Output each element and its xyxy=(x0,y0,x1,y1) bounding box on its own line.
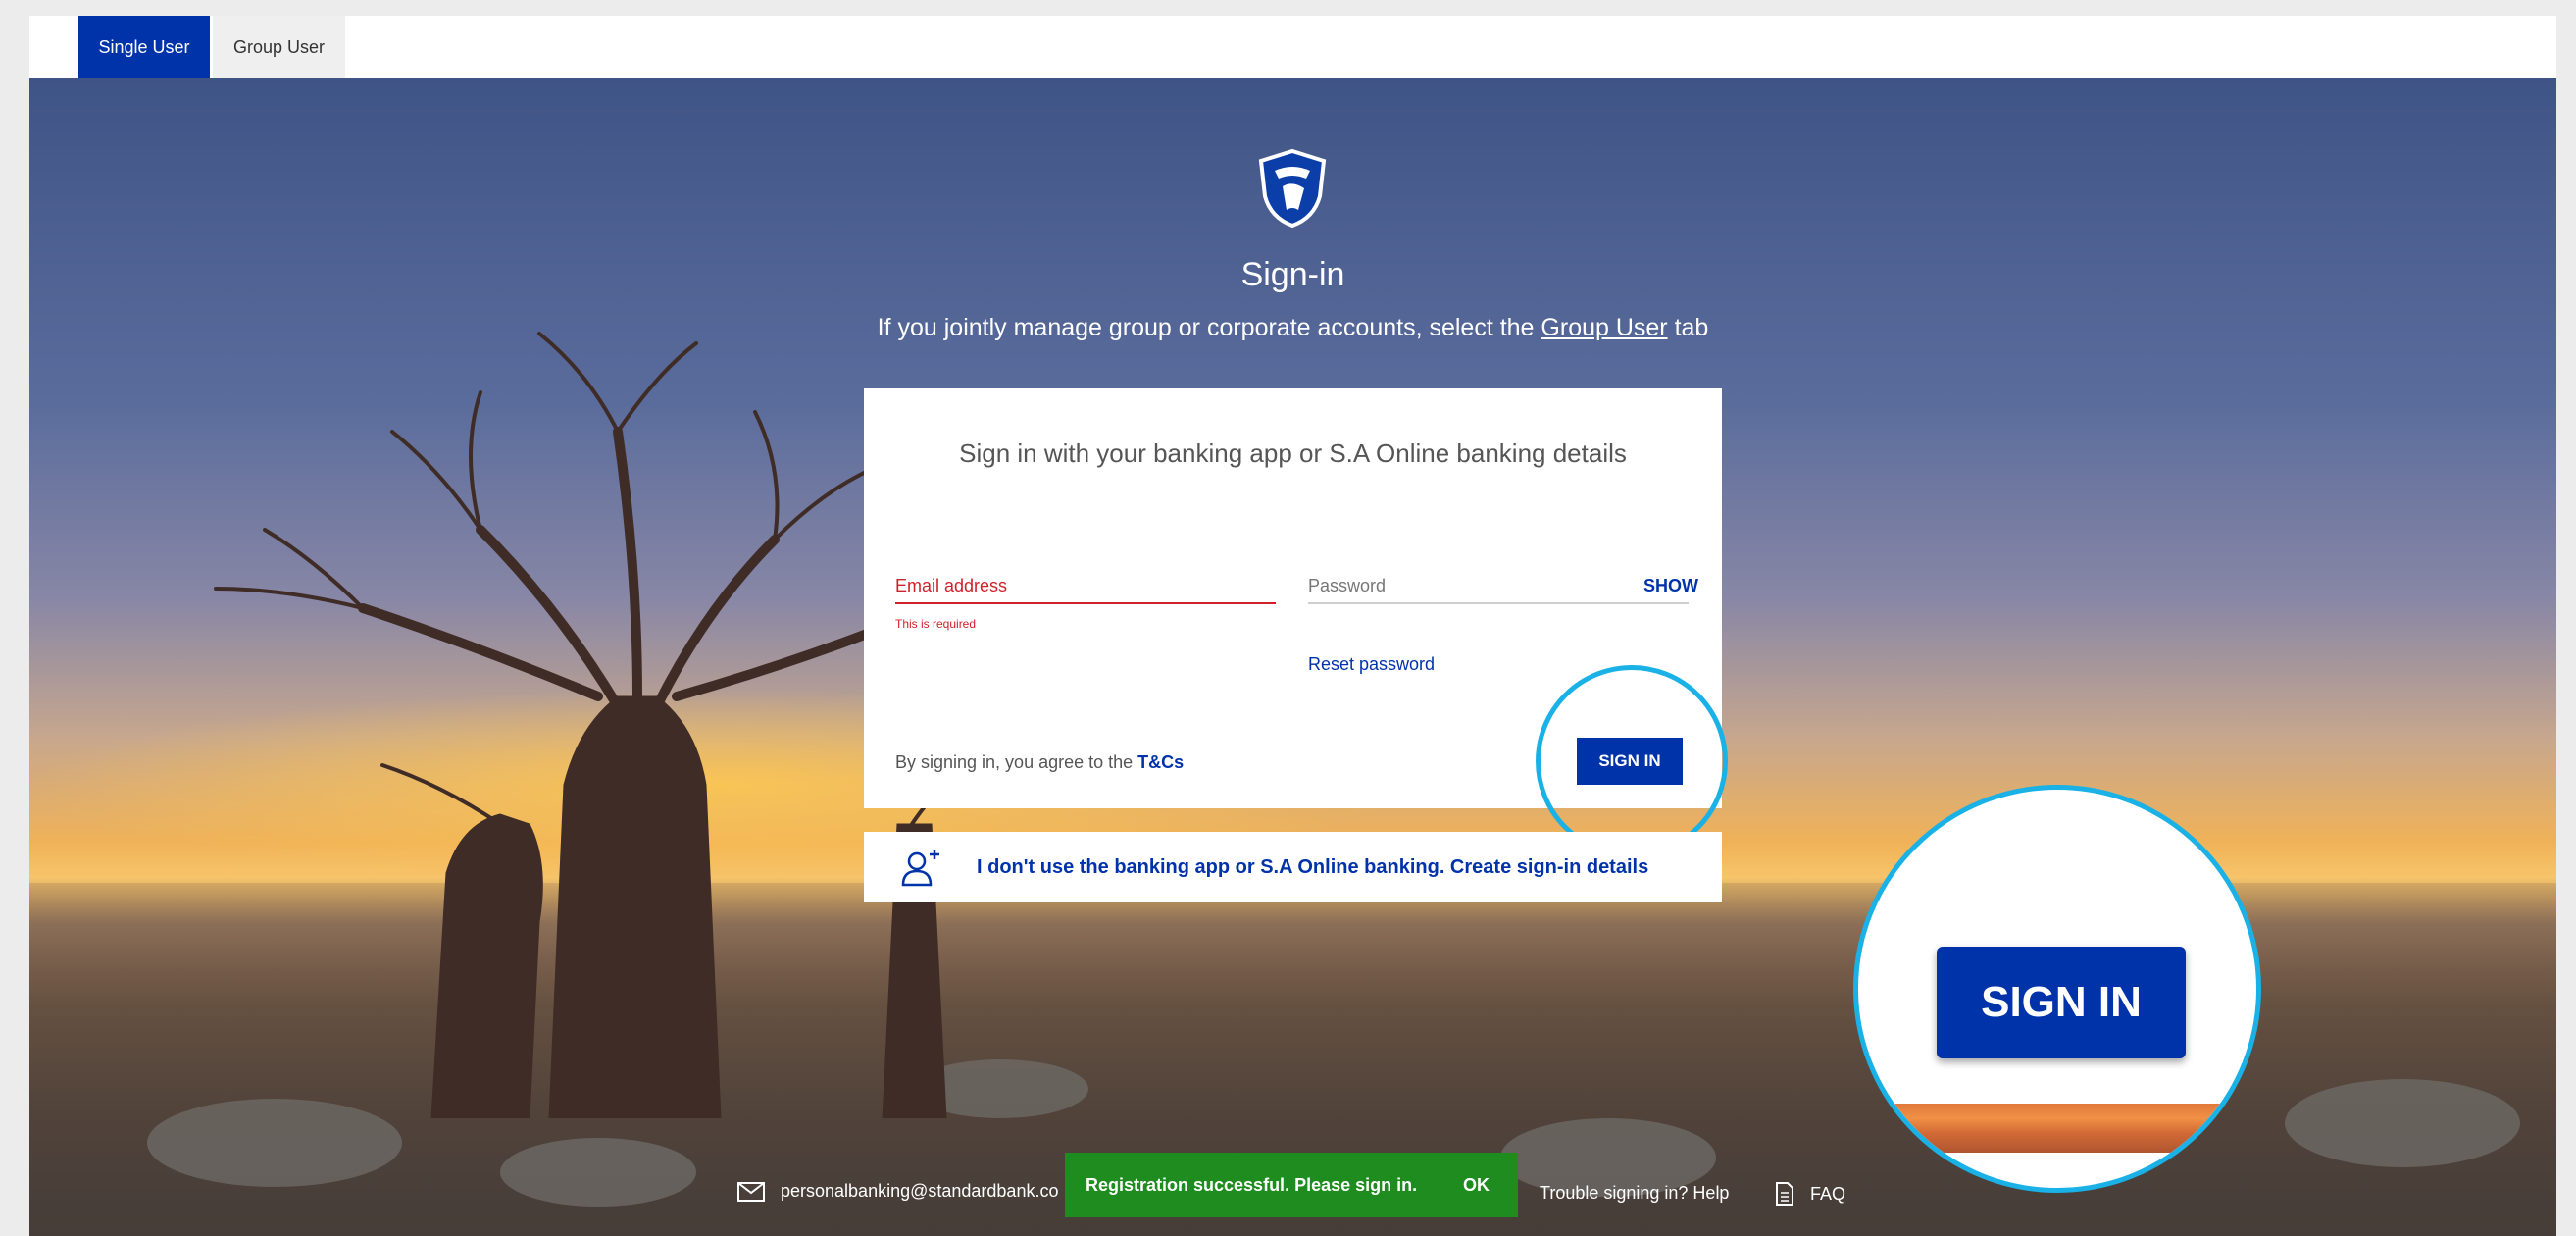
create-sign-in-details-link[interactable]: I don't use the banking app or S.A Onlin… xyxy=(864,832,1722,902)
user-type-tabbar: Single User Group User xyxy=(29,16,2556,78)
create-sign-in-label: I don't use the banking app or S.A Onlin… xyxy=(977,856,1649,878)
browser-frame: Single User Group User Sign-in If you jo… xyxy=(29,16,2556,1236)
toast-message: Registration successful. Please sign in. xyxy=(1086,1174,1418,1195)
password-field[interactable]: Password xyxy=(1308,576,1386,596)
footer-help-link[interactable]: Trouble signing in? Help xyxy=(1510,1181,1729,1205)
subtitle-text: If you jointly manage group or corporate… xyxy=(877,314,1541,341)
rock xyxy=(2285,1079,2520,1167)
tab-group-user[interactable]: Group User xyxy=(213,16,345,78)
email-field[interactable]: Email address xyxy=(895,576,1007,596)
zoom-background-strip xyxy=(1858,1104,2256,1153)
footer-email-text: personalbanking@standardbank.co xyxy=(781,1181,1059,1201)
footer-faq-text: FAQ xyxy=(1810,1183,1846,1204)
add-user-icon xyxy=(901,850,939,887)
page-subtitle: If you jointly manage group or corporate… xyxy=(29,314,2556,342)
group-user-link[interactable]: Group User xyxy=(1541,314,1667,341)
terms-link[interactable]: T&Cs xyxy=(1137,752,1184,772)
footer-faq-link[interactable]: FAQ xyxy=(1775,1181,1845,1207)
registration-success-toast: Registration successful. Please sign in.… xyxy=(1065,1153,1518,1217)
terms-text: By signing in, you agree to the xyxy=(895,752,1138,772)
footer-email-link[interactable]: personalbanking@standardbank.co xyxy=(737,1181,1058,1202)
hero-background: Sign-in If you jointly manage group or c… xyxy=(29,78,2556,1236)
document-icon xyxy=(1776,1182,1793,1206)
card-heading: Sign in with your banking app or S.A Onl… xyxy=(959,438,1627,468)
sign-in-highlight-ring xyxy=(1536,665,1728,857)
sign-in-button-zoomed[interactable]: SIGN IN xyxy=(1937,947,2186,1058)
sign-in-zoom-callout: SIGN IN xyxy=(1853,785,2261,1193)
envelope-icon xyxy=(737,1181,765,1202)
subtitle-text-suffix: tab xyxy=(1667,314,1709,341)
footer-help-text: Trouble signing in? Help xyxy=(1540,1182,1730,1203)
password-field-underline xyxy=(1308,602,1689,604)
email-field-underline xyxy=(895,602,1276,604)
email-error-message: This is required xyxy=(895,617,977,631)
toast-ok-button[interactable]: OK xyxy=(1463,1175,1490,1196)
reset-password-link[interactable]: Reset password xyxy=(1308,654,1435,675)
terms-notice: By signing in, you agree to the T&Cs xyxy=(895,752,1184,773)
show-password-button[interactable]: SHOW xyxy=(1643,576,1698,596)
page-title: Sign-in xyxy=(1240,256,1345,293)
tab-single-user[interactable]: Single User xyxy=(78,16,210,78)
shield-logo-icon xyxy=(1258,148,1327,229)
